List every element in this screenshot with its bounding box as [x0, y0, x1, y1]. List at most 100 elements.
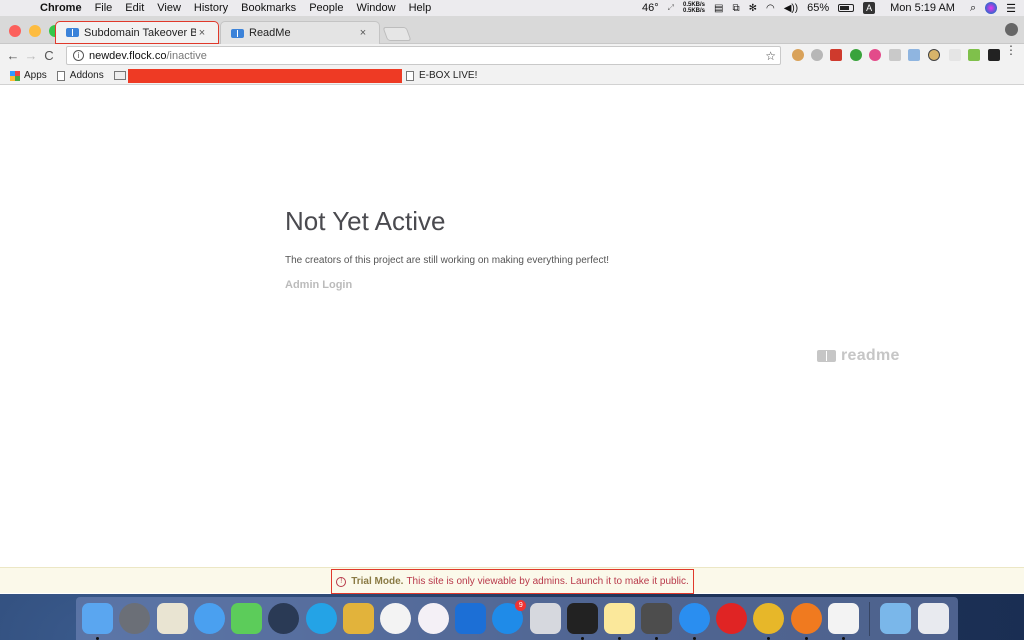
- wifi-icon[interactable]: ◠: [766, 3, 775, 14]
- readme-favicon-icon: [231, 28, 244, 38]
- profile-icon[interactable]: [1005, 23, 1018, 36]
- menu-file[interactable]: File: [95, 2, 113, 14]
- dock-applications-icon[interactable]: [880, 603, 912, 634]
- network-speed[interactable]: 0.5KB/s 0.5KB/s: [683, 2, 705, 14]
- menu-people[interactable]: People: [309, 2, 343, 14]
- dock-java-icon[interactable]: [827, 603, 859, 640]
- fit-extension-icon[interactable]: [908, 49, 920, 61]
- menu-app-name[interactable]: Chrome: [40, 2, 82, 14]
- trial-message: ! Trial Mode. This site is only viewable…: [331, 569, 694, 594]
- trial-mode-label: Trial Mode.: [351, 576, 404, 587]
- download-extension-icon[interactable]: [968, 49, 980, 61]
- blocked-extension-icon[interactable]: [928, 49, 940, 61]
- bookmark-folder-icon[interactable]: [113, 71, 126, 80]
- clock[interactable]: Mon 5:19 AM: [890, 2, 955, 14]
- dock-opera-icon[interactable]: [716, 603, 748, 634]
- bluetooth-icon[interactable]: ✻: [749, 3, 757, 14]
- battery-icon[interactable]: [838, 4, 855, 12]
- dock-maps-icon[interactable]: [156, 603, 188, 634]
- memory-icon[interactable]: ▤: [714, 3, 723, 14]
- dock-facetime-icon[interactable]: [231, 603, 263, 634]
- dock: 9: [76, 597, 958, 640]
- browser-window: Subdomain Takeover By Prial × ReadMe × ←…: [0, 16, 1024, 594]
- admin-login-link[interactable]: Admin Login: [285, 279, 352, 291]
- tab-close-icon[interactable]: ×: [357, 27, 369, 39]
- lastpass-extension-icon[interactable]: [830, 49, 842, 61]
- site-info-icon[interactable]: i: [73, 50, 84, 61]
- address-bar[interactable]: i newdev.flock.co /inactive ☆: [66, 46, 781, 65]
- chrome-menu-icon[interactable]: ⋮: [1005, 44, 1017, 56]
- page-icon: [406, 70, 414, 81]
- dock-slack-icon[interactable]: [343, 603, 375, 634]
- dock-separator: [869, 601, 871, 636]
- dock-skype-icon[interactable]: [305, 603, 337, 634]
- weather-temperature[interactable]: 46°: [642, 2, 659, 14]
- redacted-bookmarks: [128, 69, 402, 83]
- resize-arrows-icon[interactable]: ⤢: [668, 3, 674, 13]
- dock-terminal-icon[interactable]: [566, 603, 598, 640]
- window-manager-icon[interactable]: ⧉: [732, 3, 739, 14]
- dock-itunes-icon[interactable]: [417, 603, 449, 634]
- dock-teamviewer-icon[interactable]: [454, 603, 486, 634]
- bookmark-label: E-BOX LIVE!: [419, 70, 478, 81]
- page-description: The creators of this project are still w…: [285, 255, 610, 266]
- bookmark-star-icon[interactable]: ☆: [765, 49, 776, 63]
- dock-messages-icon[interactable]: [193, 603, 225, 634]
- dock-app-store-icon[interactable]: 9: [492, 600, 527, 634]
- dock-finder-icon[interactable]: [82, 603, 113, 640]
- warning-icon: !: [336, 576, 347, 587]
- siri-icon[interactable]: [985, 2, 998, 14]
- minimize-window-button[interactable]: [29, 25, 41, 37]
- menu-help[interactable]: Help: [409, 2, 432, 14]
- net-down: 0.5KB/s: [683, 8, 706, 14]
- green-extension-icon[interactable]: [850, 49, 862, 61]
- bookmark-label: Addons: [69, 70, 104, 81]
- volume-icon[interactable]: ◀︎)): [784, 3, 798, 14]
- pink-extension-icon[interactable]: [869, 49, 881, 61]
- menu-window[interactable]: Window: [356, 2, 395, 14]
- tab-close-icon[interactable]: ×: [196, 27, 208, 39]
- menu-edit[interactable]: Edit: [125, 2, 144, 14]
- window-controls: [9, 25, 61, 37]
- bookmark-addons[interactable]: Addons: [56, 70, 104, 81]
- cookie-extension-icon[interactable]: [792, 49, 804, 61]
- dock-chrome-icon[interactable]: [753, 603, 785, 640]
- trash-extension-icon[interactable]: [988, 49, 1000, 61]
- dock-safari-icon[interactable]: [678, 603, 710, 640]
- dock-quicktime-icon[interactable]: [268, 603, 300, 634]
- notification-center-icon[interactable]: ☰: [1006, 2, 1016, 15]
- dock-system-preferences-icon[interactable]: [529, 603, 561, 634]
- readme-favicon-icon: [66, 28, 79, 37]
- new-tab-button[interactable]: [382, 27, 412, 41]
- bookmark-label: Apps: [24, 70, 47, 81]
- dock-sublime-text-icon[interactable]: [641, 603, 673, 640]
- dock-trash-icon[interactable]: [917, 603, 949, 634]
- tab-strip: Subdomain Takeover By Prial × ReadMe ×: [0, 16, 1024, 44]
- grey-box-extension-icon[interactable]: [889, 49, 901, 61]
- dock-launchpad-icon[interactable]: [119, 603, 151, 634]
- bookmark-apps[interactable]: Apps: [10, 70, 47, 81]
- dock-notes-icon[interactable]: [604, 603, 636, 640]
- tab-label: Subdomain Takeover By Prial: [84, 26, 196, 39]
- dock-photos-icon[interactable]: [380, 603, 412, 634]
- spotlight-search-icon[interactable]: ⌕: [970, 2, 976, 15]
- readme-logo[interactable]: readme: [817, 347, 900, 365]
- trial-mode-text: This site is only viewable by admins. La…: [406, 576, 689, 587]
- input-source[interactable]: A: [863, 2, 876, 14]
- grey-extension-icon[interactable]: [811, 49, 823, 61]
- battery-percent[interactable]: 65%: [807, 2, 829, 14]
- bookmarks-bar: Apps Addons E-BOX LIVE!: [0, 67, 1024, 85]
- forward-button[interactable]: →: [22, 48, 40, 63]
- dock-firefox-icon[interactable]: [790, 603, 822, 640]
- menu-bookmarks[interactable]: Bookmarks: [241, 2, 296, 14]
- bookmark-ebox-live[interactable]: E-BOX LIVE!: [406, 70, 477, 81]
- tab-readme[interactable]: ReadMe ×: [220, 21, 380, 44]
- menu-view[interactable]: View: [157, 2, 181, 14]
- menu-history[interactable]: History: [194, 2, 228, 14]
- reload-button[interactable]: C: [40, 48, 58, 63]
- white-box-extension-icon[interactable]: [949, 49, 961, 61]
- back-button[interactable]: ←: [4, 48, 22, 63]
- close-window-button[interactable]: [9, 25, 21, 37]
- tab-subdomain-takeover[interactable]: Subdomain Takeover By Prial ×: [55, 21, 219, 44]
- url-host: newdev.flock.co: [89, 49, 167, 62]
